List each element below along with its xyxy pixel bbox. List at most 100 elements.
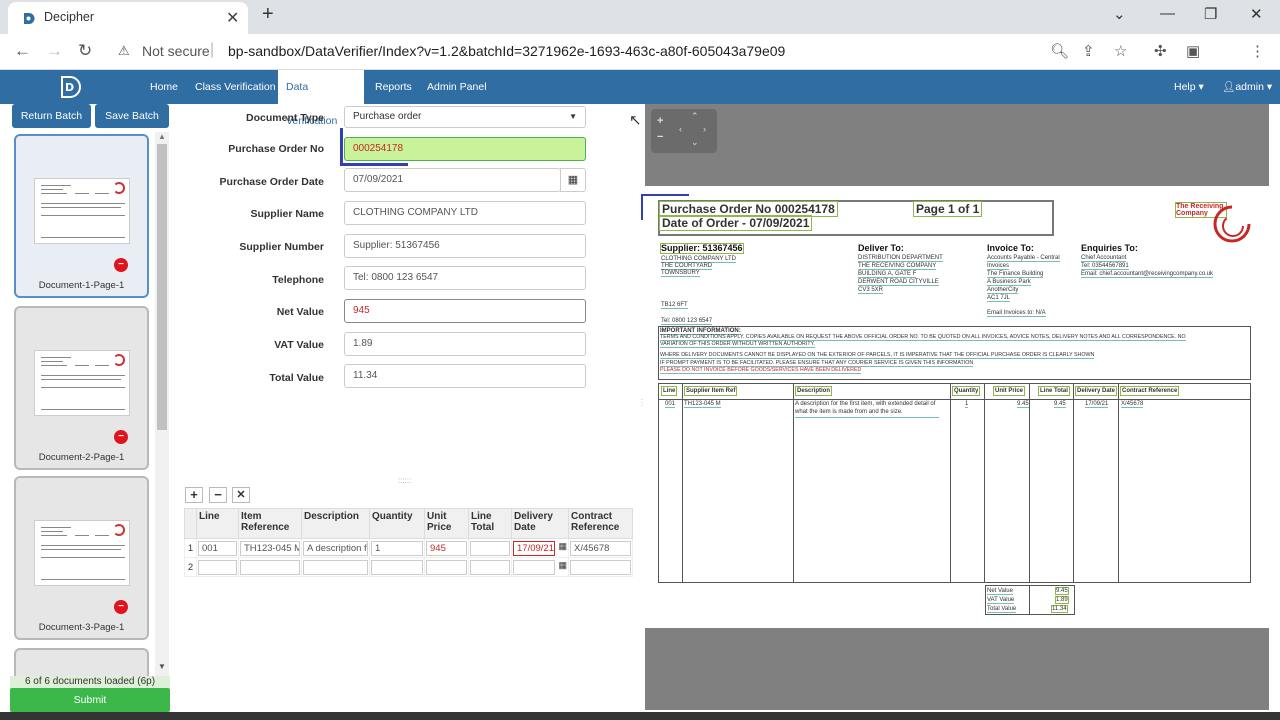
purchase-order-date-field[interactable]: 07/09/2021 [344,168,561,192]
purchase-order-no-field[interactable]: 000254178 [344,137,586,161]
net-value-field[interactable]: 945 [344,299,586,323]
grid-header: Description [301,508,370,539]
delete-row-icon[interactable]: ✕ [232,487,250,503]
return-batch-button[interactable]: Return Batch [12,104,91,128]
pan-down-icon[interactable]: ⌄ [691,137,699,148]
pan-up-icon[interactable]: ⌃ [691,111,699,122]
window-close-icon[interactable]: ✕ [1250,5,1263,23]
document-thumbnail-list[interactable]: − Document-1-Page-1 − Document-2-Page-1 … [10,132,168,676]
pan-right-icon[interactable]: › [703,124,706,134]
doc-table-cell: X/45678 [1121,401,1144,408]
submit-button[interactable]: Submit [10,688,170,712]
doc-deliver-line: DISTRIBUTION DEPARTMENT [858,255,943,262]
delivery-date-cell[interactable] [513,559,555,575]
nav-home[interactable]: Home [142,70,186,104]
vat-value-label: VAT Value [274,339,324,351]
item-reference-cell[interactable]: TH123-045 M [240,540,300,556]
extensions-icon[interactable]: ✣ [1154,42,1167,60]
document-type-select[interactable]: Purchase order ▼ [344,106,586,128]
remove-row-icon[interactable]: − [209,487,227,503]
unit-price-cell[interactable]: 945 [426,540,467,556]
remove-document-icon[interactable]: − [114,600,128,614]
remove-document-icon[interactable]: − [114,430,128,444]
telephone-label: Telephone [272,274,324,286]
app-navbar: D Home Class Verification Data Verificat… [0,70,1280,127]
calendar-icon[interactable]: ▦ [558,560,567,571]
grid-header: Unit Price [424,508,469,539]
description-cell[interactable] [303,559,368,575]
user-menu[interactable]: 👤︎admin ▾ [1222,70,1272,104]
document-thumbnail[interactable] [14,648,149,676]
bookmark-star-icon[interactable]: ☆ [1114,42,1127,60]
line-cell[interactable] [198,559,237,575]
scrollbar-thumb[interactable] [157,144,167,430]
line-total-cell[interactable] [470,559,510,575]
thumbnail-scrollbar[interactable]: ▲ ▼ [155,132,169,676]
vat-value-field[interactable]: 1.89 [344,332,586,356]
doc-deliver-line: THE RECEIVING COMPANY [858,263,937,270]
document-thumbnail[interactable]: − Document-3-Page-1 [14,476,149,640]
security-label[interactable]: Not secure [142,43,210,59]
reload-icon[interactable]: ↻ [78,41,92,61]
minimize-icon[interactable]: — [1160,5,1175,22]
address-bar[interactable]: bp-sandbox/DataVerifier/Index?v=1.2&batc… [228,43,785,59]
decipher-logo-icon[interactable]: D [58,75,82,99]
quantity-cell[interactable]: 1 [371,540,423,556]
tab-close-icon[interactable]: ✕ [226,8,239,28]
calendar-icon[interactable]: ▦ [558,541,567,552]
nav-reports[interactable]: Reports [367,70,420,104]
calendar-icon[interactable]: ▦ [560,168,586,192]
back-icon[interactable]: ← [14,41,31,61]
item-reference-cell[interactable] [240,559,300,575]
pan-left-icon[interactable]: ‹ [679,124,682,134]
doc-important-line: PLEASE DO NOT INVOICE BEFORE GOODS/SERVI… [660,367,862,375]
nav-class-verification[interactable]: Class Verification [187,70,284,104]
save-batch-button[interactable]: Save Batch [95,104,169,128]
scroll-up-icon[interactable]: ▲ [158,132,166,141]
doc-supplier-heading: Supplier: 51367456 [660,243,744,254]
table-divider [793,383,794,583]
share-icon[interactable]: ⇪ [1082,42,1095,60]
svg-text:D: D [65,81,74,94]
nav-admin-panel[interactable]: Admin Panel [419,70,495,104]
quantity-cell[interactable] [371,559,423,575]
help-menu[interactable]: Help ▾ [1174,70,1204,104]
add-row-icon[interactable]: + [185,487,203,503]
supplier-name-field[interactable]: CLOTHING COMPANY LTD [344,201,586,225]
forward-icon[interactable]: → [46,41,63,61]
zoom-out-icon[interactable]: − [657,131,663,143]
grid-header: Line Total [468,508,512,539]
browser-tab[interactable]: Decipher ✕ [8,2,248,34]
description-cell[interactable]: A description fo [303,540,368,556]
line-items-table [658,383,1251,583]
nav-data-verification[interactable]: Data Verification [278,70,364,127]
line-cell[interactable]: 001 [198,540,237,556]
side-panel-icon[interactable]: ▣ [1186,42,1200,60]
warning-icon[interactable]: ⚠ [118,43,130,59]
telephone-field[interactable]: Tel: 0800 123 6547 [344,266,586,290]
doc-table-header: Contract Reference [1120,386,1180,396]
document-thumbnail[interactable]: − Document-2-Page-1 [14,306,149,470]
document-type-label: Document Type [246,112,324,124]
tab-search-chevron-icon[interactable]: ⌄ [1113,5,1126,23]
restore-icon[interactable]: ❐ [1204,5,1217,23]
total-value-field[interactable]: 11.34 [344,364,586,388]
document-thumbnail[interactable]: − Document-1-Page-1 [14,134,149,298]
supplier-number-field[interactable]: Supplier: 51367456 [344,234,586,258]
chevron-down-icon: ▼ [569,112,577,121]
scroll-down-icon[interactable]: ▼ [158,662,166,671]
contract-reference-cell[interactable]: X/45678 [570,540,631,556]
resize-handle[interactable]: :::::: [398,476,411,485]
doc-table-header: Line [661,386,678,396]
delivery-date-cell[interactable]: 17/09/21 [513,540,555,556]
new-tab-icon[interactable]: + [262,3,274,26]
zoom-in-icon[interactable]: + [657,115,663,127]
unit-price-cell[interactable] [426,559,467,575]
contract-reference-cell[interactable] [570,559,631,575]
menu-icon[interactable]: ⋮ [1250,42,1265,60]
zoom-icon[interactable]: 🔍︎ [1050,42,1069,60]
doc-table-header: Delivery Date [1075,386,1118,396]
doc-total-label: VAT Value [987,597,1015,604]
remove-document-icon[interactable]: − [114,258,128,272]
line-total-cell[interactable] [470,540,510,556]
